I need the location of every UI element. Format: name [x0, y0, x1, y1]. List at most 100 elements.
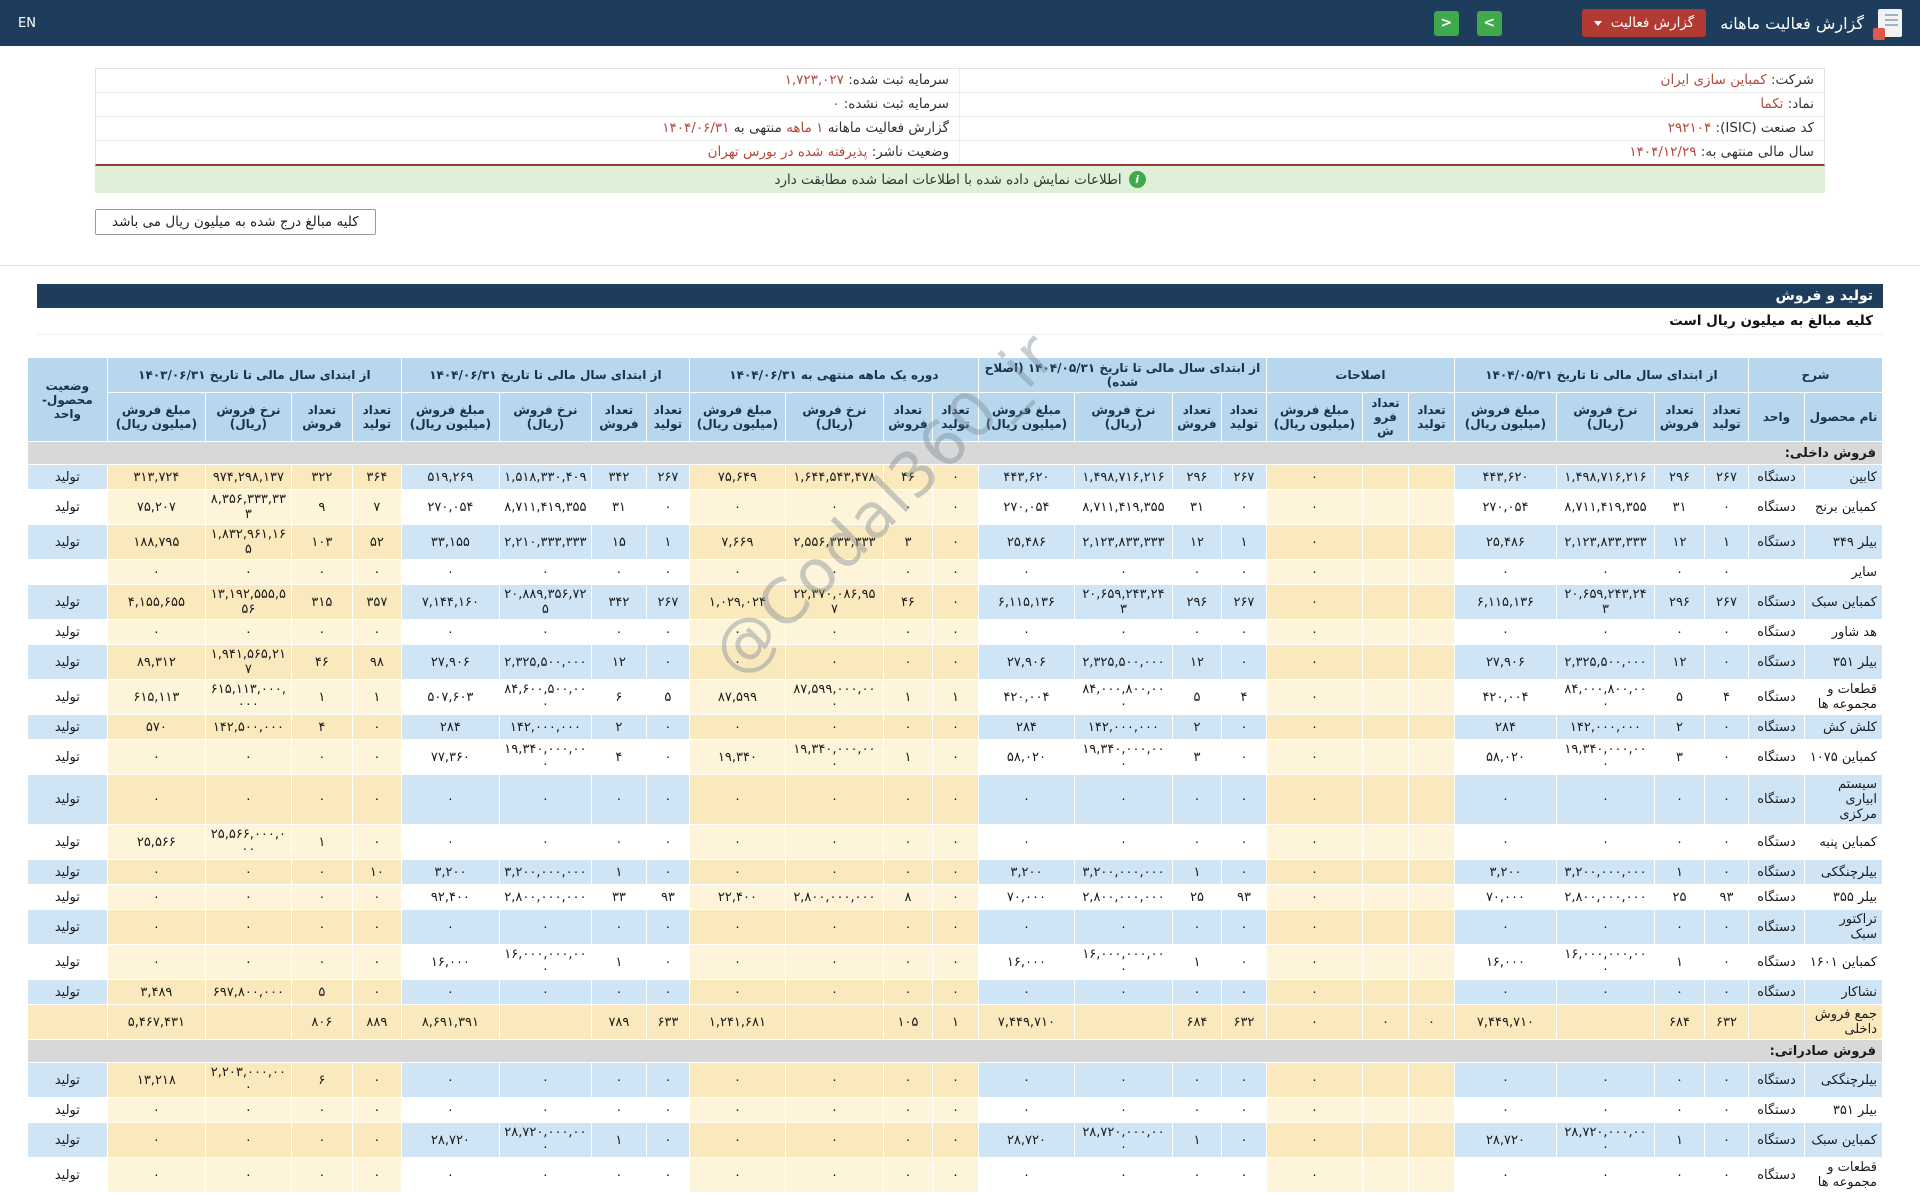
prev-report-button[interactable]: < [1433, 10, 1459, 36]
value-cell: ۰ [882, 909, 933, 945]
unit-cell: دستگاه [1747, 714, 1806, 740]
report-type-dropdown[interactable]: گزارش فعالیت [1581, 9, 1707, 37]
value-cell: ۸۰۶ [290, 1004, 353, 1040]
column-header: تعداد تولید [1220, 392, 1267, 442]
value-cell: ۰ [590, 619, 647, 645]
column-header: تعداد فروش [1653, 392, 1705, 442]
value-cell: ۵ [290, 979, 353, 1005]
value-cell: ۰ [688, 559, 786, 585]
value-cell: ۰ [106, 1157, 206, 1193]
value-cell: ۰ [290, 1157, 353, 1193]
value-cell: ۰ [1265, 1122, 1363, 1158]
value-cell: ۴ [1703, 679, 1749, 715]
value-cell: ۰ [1555, 1157, 1655, 1193]
value-cell: ۰ [784, 1097, 884, 1123]
column-header: تعداد فروش [290, 392, 353, 442]
value-cell: ۰ [204, 1157, 292, 1193]
value-cell: ۹۷۴,۲۹۸,۱۳۷ [204, 464, 292, 490]
value-cell: ۷ [351, 489, 402, 525]
value-cell: ۴۴۳,۶۲۰ [977, 464, 1075, 490]
value-cell: ۰ [1220, 859, 1267, 885]
value-cell: ۰ [1555, 1097, 1655, 1123]
value-cell: ۱ [290, 679, 353, 715]
value-cell: ۰ [1703, 714, 1749, 740]
value-cell: ۰ [106, 859, 206, 885]
field-value: ۰ [832, 96, 840, 112]
value-cell: ۴۴۳,۶۲۰ [1453, 464, 1557, 490]
column-header: نام محصول [1804, 392, 1883, 442]
symbol-cell: نماد: تکما [960, 93, 1824, 116]
value-cell: ۰ [1171, 979, 1222, 1005]
value-cell: ۰ [290, 739, 353, 775]
value-cell: ۲۶۷ [645, 584, 690, 620]
value-cell: ۶,۱۱۵,۱۳۶ [977, 584, 1075, 620]
value-cell: ۳۱۵ [290, 584, 353, 620]
value-cell: ۰ [1171, 619, 1222, 645]
value-cell: ۲۲,۴۰۰ [688, 884, 786, 910]
value-cell: ۰ [931, 489, 979, 525]
next-report-button[interactable]: > [1476, 10, 1502, 36]
value-cell: ۰ [400, 979, 500, 1005]
value-cell: ۴,۱۵۵,۶۵۵ [106, 584, 206, 620]
value-cell: ۱۹,۳۴۰,۰۰۰,۰۰۰ [1073, 739, 1173, 775]
value-cell: ۰ [784, 824, 884, 860]
value-cell: ۰ [1653, 774, 1705, 825]
table-row: بیلر ۳۴۹ دستگاه ۱ ۱۲ ۲,۱۲۳,۸۳۳,۳۳۳ ۲۵,۴۸۶ ۰ ۱ ۱۲… [26, 524, 1883, 560]
value-cell: ۱۲ [1653, 644, 1705, 680]
value-cell: ۲۹۶ [1653, 464, 1705, 490]
field-label: منتهی به [733, 120, 782, 136]
value-cell [1361, 824, 1409, 860]
value-cell: ۰ [977, 909, 1075, 945]
value-cell [498, 1004, 592, 1040]
value-cell: ۲۶۷ [645, 464, 690, 490]
product-name-cell: کمباین برنج [1804, 489, 1883, 525]
value-cell: ۱,۹۴۱,۵۶۵,۲۱۷ [204, 644, 292, 680]
value-cell: ۲۵,۴۸۶ [977, 524, 1075, 560]
value-cell: ۲۸,۷۲۰,۰۰۰,۰۰۰ [1073, 1122, 1173, 1158]
status-cell: تولید [26, 644, 108, 680]
value-cell: ۱ [1703, 524, 1749, 560]
value-cell: ۶ [290, 1062, 353, 1098]
value-cell [1407, 1097, 1455, 1123]
value-cell: ۵ [645, 679, 690, 715]
report-period-cell: گزارش فعالیت ماهانه ۱ ماهه منتهی به ۱۴۰۴… [96, 117, 960, 140]
status-cell: تولید [26, 489, 108, 525]
value-cell [1407, 559, 1455, 585]
value-cell: ۰ [931, 584, 979, 620]
value-cell: ۰ [590, 1157, 647, 1193]
value-cell: ۰ [931, 714, 979, 740]
value-cell: ۰ [290, 909, 353, 945]
value-cell: ۱۴۲,۰۰۰,۰۰۰ [1073, 714, 1173, 740]
value-cell: ۰ [590, 774, 647, 825]
value-cell: ۰ [290, 1122, 353, 1158]
value-cell [1407, 774, 1455, 825]
value-cell: ۲۸۴ [1453, 714, 1557, 740]
table-row: قطعات و مجموعه ها دستگاه ۴ ۵ ۸۴,۰۰۰,۸۰۰,۰۰۰ ۴… [26, 679, 1883, 715]
value-cell [1407, 824, 1455, 860]
value-cell [1361, 944, 1409, 980]
value-cell: ۰ [1265, 824, 1363, 860]
value-cell: ۰ [1171, 1157, 1222, 1193]
column-group-header: اصلاحات [1265, 357, 1455, 393]
value-cell [1407, 979, 1455, 1005]
value-cell: ۸,۳۵۶,۳۳۳,۳۳۳ [204, 489, 292, 525]
value-cell: ۱ [1653, 1122, 1705, 1158]
value-cell: ۲,۸۰۰,۰۰۰,۰۰۰ [1555, 884, 1655, 910]
language-toggle[interactable]: EN [18, 16, 36, 31]
value-cell [1407, 714, 1455, 740]
value-cell: ۰ [1171, 559, 1222, 585]
value-cell: ۶ [590, 679, 647, 715]
value-cell: ۰ [1453, 1097, 1557, 1123]
value-cell: ۰ [1220, 979, 1267, 1005]
value-cell: ۸ [882, 884, 933, 910]
value-cell: ۰ [688, 944, 786, 980]
unit-cell: دستگاه [1747, 774, 1806, 825]
field-label: نماد: [1787, 96, 1814, 112]
column-group-header: شرح [1747, 357, 1884, 393]
value-cell: ۰ [931, 619, 979, 645]
value-cell: ۲۶۷ [1703, 464, 1749, 490]
value-cell: ۴۶ [882, 584, 933, 620]
value-cell: ۸,۷۱۱,۴۱۹,۳۵۵ [1555, 489, 1655, 525]
value-cell: ۰ [882, 619, 933, 645]
field-value: تکما [1760, 96, 1784, 112]
